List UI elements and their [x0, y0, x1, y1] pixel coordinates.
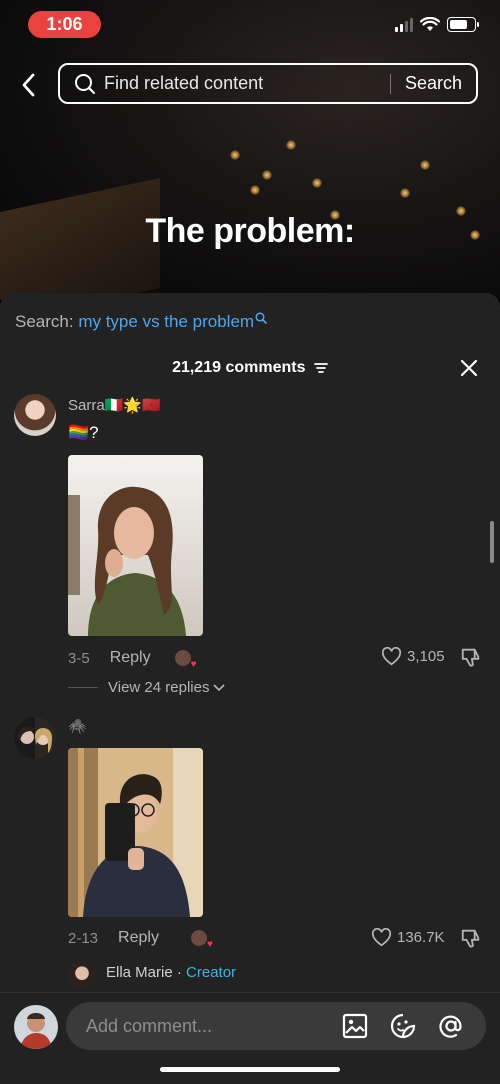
ceiling-light [400, 188, 410, 198]
chevron-left-icon [22, 73, 35, 97]
image-icon[interactable] [342, 1013, 368, 1039]
like-count: 136.7K [397, 929, 445, 946]
avatar-image [18, 726, 52, 753]
status-icons [395, 17, 479, 32]
search-input[interactable]: Find related content [104, 73, 390, 94]
thumbs-down-icon[interactable] [460, 646, 482, 668]
view-replies-button[interactable]: View 24 replies [68, 679, 226, 696]
reply-button[interactable]: Reply [118, 929, 159, 947]
comment-date: 2-13 [68, 929, 99, 947]
replies-divider [68, 687, 98, 688]
battery-icon [447, 17, 479, 32]
scrollbar-thumb[interactable] [490, 521, 494, 563]
search-suggestion-link[interactable]: my type vs the problem [78, 312, 254, 331]
avatar-image [14, 1005, 58, 1049]
search-icon [255, 312, 267, 324]
status-bar: 1:06 [0, 0, 500, 50]
wifi-icon [420, 17, 440, 31]
comment-text: 🏳️‍🌈? [68, 423, 99, 442]
heart-icon [381, 647, 402, 666]
heart-icon: ♥ [190, 659, 197, 670]
comment-photo[interactable] [68, 455, 203, 636]
comment-input-placeholder: Add comment... [86, 1015, 213, 1036]
creator-reply-separator: · [176, 964, 182, 981]
view-replies-label: View 24 replies [108, 679, 210, 696]
search-divider [389, 73, 391, 94]
close-icon[interactable] [460, 359, 478, 377]
comment-input[interactable]: Add comment... [66, 1002, 486, 1050]
like-button[interactable]: 3,105 [381, 647, 445, 666]
heart-icon [371, 928, 392, 947]
status-time: 1:06 [28, 11, 101, 38]
creator-reply-header[interactable]: Ella Marie · Creator [106, 964, 236, 981]
search-suggestion[interactable]: Search: my type vs the problem [15, 312, 267, 332]
ceiling-light [312, 178, 322, 188]
chevron-down-icon [213, 683, 226, 691]
reply-button[interactable]: Reply [110, 649, 151, 667]
back-button[interactable] [14, 70, 42, 100]
ceiling-light [230, 150, 240, 160]
avatar[interactable] [14, 1005, 58, 1049]
home-indicator[interactable] [160, 1067, 340, 1072]
comments-sheet: Search: my type vs the problem 21,219 co… [0, 293, 500, 1083]
heart-icon: ♥ [207, 939, 213, 950]
emoji-icon[interactable] [390, 1013, 416, 1039]
thumbs-down-icon[interactable] [460, 927, 482, 949]
search-icon [75, 73, 96, 94]
search-button[interactable]: Search [405, 73, 462, 94]
like-count: 3,105 [407, 648, 445, 665]
ceiling-light [262, 170, 272, 180]
comment-date: 3-5 [68, 649, 90, 667]
comment-meta: 3-5 Reply ♥ [68, 649, 197, 670]
search-bar[interactable]: Find related content Search [58, 63, 478, 104]
ceiling-light [250, 185, 260, 195]
avatar[interactable] [14, 717, 56, 759]
comment-username[interactable]: 🕷️ [68, 717, 87, 735]
cellular-signal-icon [395, 17, 413, 32]
comment-photo-image [68, 455, 203, 636]
ceiling-light [420, 160, 430, 170]
creator-reply-name: Ella Marie [106, 964, 173, 981]
at-icon[interactable] [438, 1013, 464, 1039]
creator-liked-avatar: ♥ [190, 930, 213, 950]
search-suggestion-prefix: Search: [15, 312, 74, 331]
comments-count-header[interactable]: 21,219 comments [0, 359, 500, 377]
video-caption: The problem: [145, 212, 355, 250]
creator-liked-avatar: ♥ [174, 650, 197, 670]
comment-photo[interactable] [68, 748, 203, 917]
filter-icon[interactable] [314, 362, 328, 374]
like-button[interactable]: 136.7K [371, 928, 445, 947]
avatar[interactable] [68, 962, 96, 990]
ceiling-light [286, 140, 296, 150]
comment-photo-image [68, 748, 203, 917]
comment-meta: 2-13 Reply ♥ [68, 929, 213, 950]
creator-badge: Creator [186, 964, 237, 981]
comments-count: 21,219 comments [172, 359, 306, 376]
comment-username[interactable]: Sarra🇮🇹🌟🇲🇦 [68, 396, 161, 414]
avatar[interactable] [14, 394, 56, 436]
